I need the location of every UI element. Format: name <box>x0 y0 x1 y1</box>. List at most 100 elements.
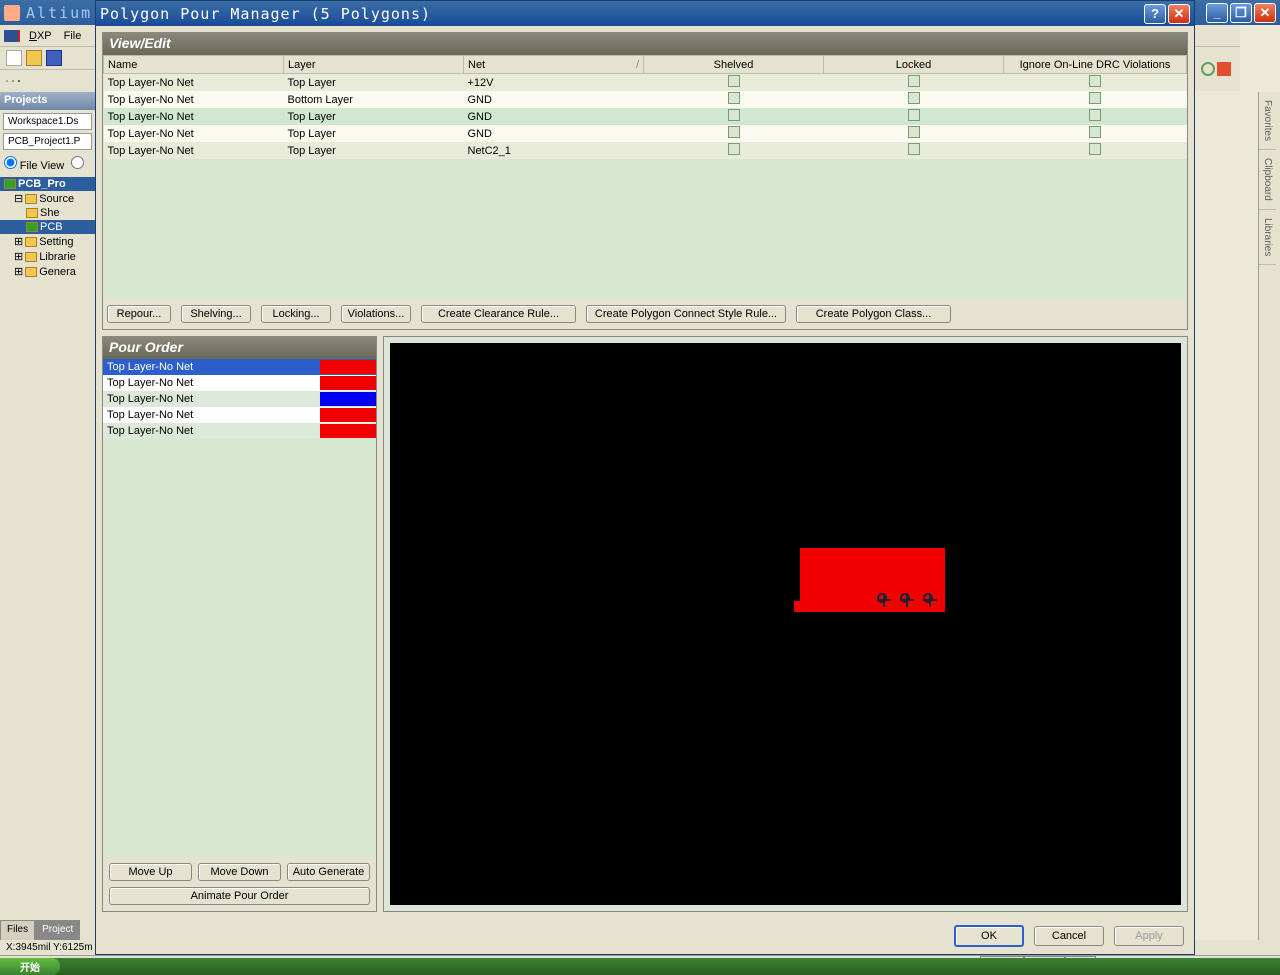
locked-checkbox[interactable] <box>908 75 920 87</box>
preview-pad-1 <box>877 593 887 603</box>
locked-checkbox[interactable] <box>908 126 920 138</box>
window-close-button[interactable]: ✕ <box>1254 3 1276 23</box>
preview-polygon <box>800 548 945 612</box>
table-row[interactable]: Top Layer-No NetTop LayerGND <box>104 125 1187 142</box>
animate-pour-order-button[interactable]: Animate Pour Order <box>109 887 370 905</box>
cancel-button[interactable]: Cancel <box>1034 926 1104 946</box>
menu-file[interactable]: File <box>59 28 87 44</box>
window-minimize-button[interactable]: _ <box>1206 3 1228 23</box>
ok-button[interactable]: OK <box>954 925 1024 947</box>
menu-dxp[interactable]: DXP <box>24 28 57 44</box>
tool-cursor-icon[interactable] <box>6 80 8 82</box>
shelved-checkbox[interactable] <box>728 92 740 104</box>
new-icon[interactable] <box>6 50 22 66</box>
col-name[interactable]: Name <box>104 56 284 74</box>
pour-order-item[interactable]: Top Layer-No Net <box>103 407 376 423</box>
table-row[interactable]: Top Layer-No NetTop LayerNetC2_1 <box>104 142 1187 159</box>
table-row[interactable]: Top Layer-No NetBottom LayerGND <box>104 91 1187 108</box>
shelved-checkbox[interactable] <box>728 126 740 138</box>
shelved-checkbox[interactable] <box>728 109 740 121</box>
ignore-drc-checkbox[interactable] <box>1089 109 1101 121</box>
projects-panel-title: Projects <box>0 92 95 110</box>
pour-order-item[interactable]: Top Layer-No Net <box>103 423 376 439</box>
tree-project-root[interactable]: PCB_Pro <box>0 177 95 191</box>
locking-button[interactable]: Locking... <box>261 305 331 323</box>
dxp-icon <box>4 30 20 42</box>
col-layer[interactable]: Layer <box>284 56 464 74</box>
pour-order-item[interactable]: Top Layer-No Net <box>103 359 376 375</box>
tool-b-icon[interactable] <box>18 80 20 82</box>
shelved-checkbox[interactable] <box>728 75 740 87</box>
toolbar-right <box>1192 47 1240 91</box>
projects-panel: Projects Workspace1.Ds PCB_Project1.P Fi… <box>0 92 95 940</box>
tab-project[interactable]: Project <box>35 920 80 940</box>
pour-order-item[interactable]: Top Layer-No Net <box>103 375 376 391</box>
tree-settings[interactable]: ⊞Setting <box>0 234 95 249</box>
shelved-checkbox[interactable] <box>728 143 740 155</box>
preview-canvas[interactable] <box>390 343 1181 905</box>
col-ignore[interactable]: Ignore On-Line DRC Violations <box>1004 56 1187 74</box>
projects-panel-tabs: Files Project <box>0 920 95 940</box>
project-combo[interactable]: PCB_Project1.P <box>3 133 92 150</box>
layer-color-swatch <box>320 424 376 438</box>
pour-order-item[interactable]: Top Layer-No Net <box>103 391 376 407</box>
dialog-close-button[interactable]: ✕ <box>1168 4 1190 24</box>
col-shelved[interactable]: Shelved <box>644 56 824 74</box>
create-clearance-rule-button[interactable]: Create Clearance Rule... <box>421 305 576 323</box>
move-up-button[interactable]: Move Up <box>109 863 192 881</box>
panel-favorites[interactable]: Favorites <box>1259 92 1276 150</box>
panel-clipboard[interactable]: Clipboard <box>1259 150 1276 210</box>
dialog-footer: OK Cancel Apply <box>96 918 1194 954</box>
tree-libraries[interactable]: ⊞Librarie <box>0 249 95 264</box>
project-tree[interactable]: PCB_Pro ⊟Source She PCB ⊞Setting ⊞Librar… <box>0 175 95 281</box>
file-view-radio[interactable] <box>4 156 17 169</box>
table-row[interactable]: Top Layer-No NetTop Layer+12V <box>104 74 1187 92</box>
ignore-drc-checkbox[interactable] <box>1089 126 1101 138</box>
create-polygon-class-button[interactable]: Create Polygon Class... <box>796 305 951 323</box>
tree-pcb[interactable]: PCB <box>0 220 95 234</box>
polygon-table[interactable]: Name Layer Net/ Shelved Locked Ignore On… <box>103 55 1187 159</box>
col-locked[interactable]: Locked <box>824 56 1004 74</box>
tree-source[interactable]: ⊟Source <box>0 191 95 206</box>
ignore-drc-checkbox[interactable] <box>1089 143 1101 155</box>
window-maximize-button[interactable]: ❐ <box>1230 3 1252 23</box>
shelving-button[interactable]: Shelving... <box>181 305 251 323</box>
workspace-combo[interactable]: Workspace1.Ds <box>3 113 92 130</box>
ruler-icon[interactable] <box>1217 62 1231 76</box>
table-empty-area <box>103 159 1187 299</box>
tree-generated[interactable]: ⊞Genera <box>0 264 95 279</box>
tab-files[interactable]: Files <box>0 920 35 940</box>
toolbar-row-2 <box>0 69 95 92</box>
violations-button[interactable]: Violations... <box>341 305 411 323</box>
view-mode-radios[interactable]: File View <box>0 153 95 175</box>
ignore-drc-checkbox[interactable] <box>1089 92 1101 104</box>
table-row[interactable]: Top Layer-No NetTop LayerGND <box>104 108 1187 125</box>
panel-libraries[interactable]: Libraries <box>1259 210 1276 265</box>
create-connect-rule-button[interactable]: Create Polygon Connect Style Rule... <box>586 305 786 323</box>
locked-checkbox[interactable] <box>908 92 920 104</box>
dialog-help-button[interactable]: ? <box>1144 4 1166 24</box>
other-view-radio[interactable] <box>71 156 84 169</box>
windows-taskbar: 开始 <box>0 958 1280 975</box>
apply-button[interactable]: Apply <box>1114 926 1184 946</box>
view-edit-panel: View/Edit Name Layer Net/ Shelved Locked… <box>102 32 1188 330</box>
save-icon[interactable] <box>46 50 62 66</box>
tool-a-icon[interactable] <box>12 80 14 82</box>
ignore-drc-checkbox[interactable] <box>1089 75 1101 87</box>
tree-sheet[interactable]: She <box>0 206 95 220</box>
right-side-panels: Favorites Clipboard Libraries <box>1258 92 1280 975</box>
start-button[interactable]: 开始 <box>0 958 60 975</box>
app-icon <box>4 5 20 21</box>
locked-checkbox[interactable] <box>908 109 920 121</box>
move-down-button[interactable]: Move Down <box>198 863 281 881</box>
repour-button[interactable]: Repour... <box>107 305 171 323</box>
locked-checkbox[interactable] <box>908 143 920 155</box>
search-icon[interactable] <box>1201 62 1215 76</box>
col-net[interactable]: Net/ <box>464 56 644 74</box>
auto-generate-button[interactable]: Auto Generate <box>287 863 370 881</box>
view-edit-button-row: Repour... Shelving... Locking... Violati… <box>103 299 1187 329</box>
open-icon[interactable] <box>26 50 42 66</box>
dialog-title-bar[interactable]: Polygon Pour Manager (5 Polygons) ? ✕ <box>96 1 1194 26</box>
preview-pad-2 <box>900 593 910 603</box>
pour-order-list[interactable]: Top Layer-No NetTop Layer-No NetTop Laye… <box>103 359 376 857</box>
